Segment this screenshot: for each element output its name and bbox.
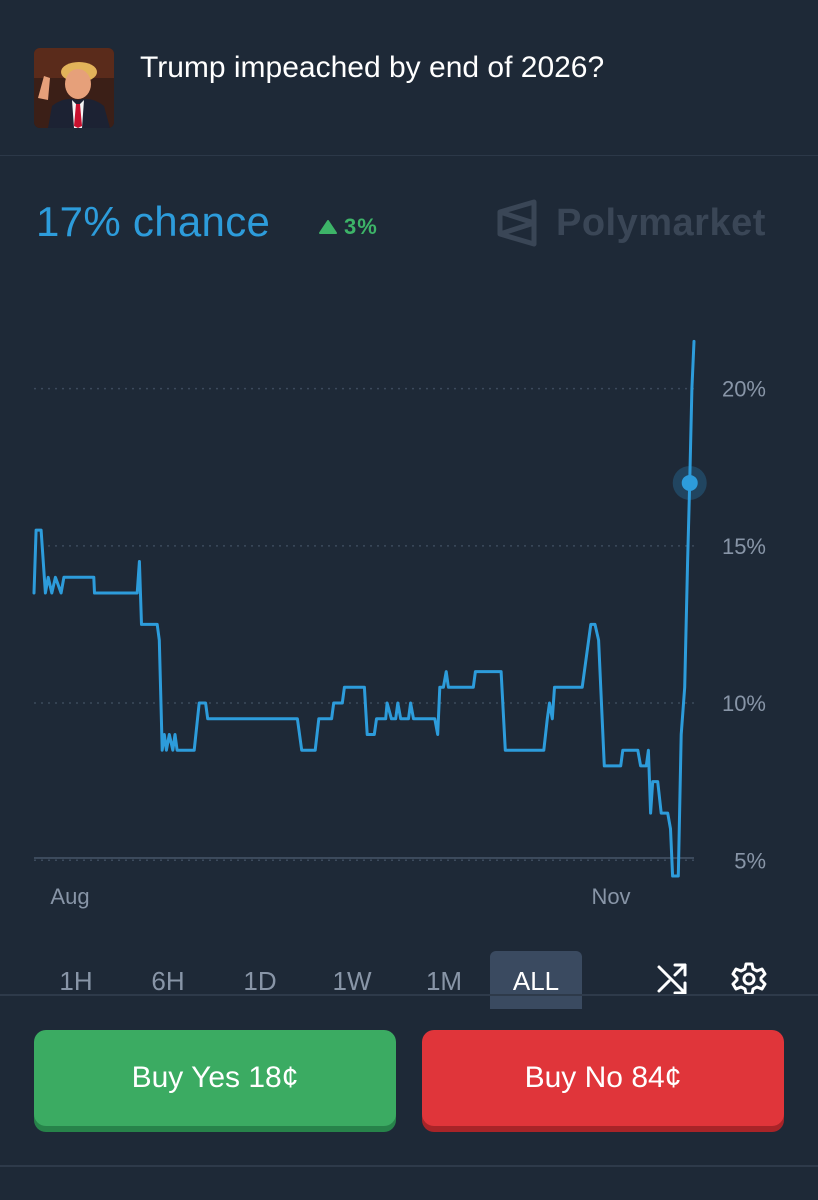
y-tick-label: 10% xyxy=(722,691,766,716)
range-tab-6h[interactable]: 6H xyxy=(122,951,214,1009)
y-tick-label: 20% xyxy=(722,377,766,402)
brand-name: Polymarket xyxy=(556,201,766,244)
gear-icon[interactable] xyxy=(731,961,767,997)
range-tab-1w[interactable]: 1W xyxy=(306,951,398,1009)
buy-no-button[interactable]: Buy No 84¢ xyxy=(422,1030,784,1126)
series-line xyxy=(32,339,696,878)
price-chart[interactable]: 5% 10% 15% 20% Aug Nov xyxy=(0,310,818,920)
triangle-up-icon xyxy=(319,220,337,234)
market-header: Trump impeached by end of 2026? xyxy=(0,0,818,156)
change-indicator: 3% xyxy=(318,214,378,240)
current-value-point[interactable] xyxy=(681,474,698,491)
range-tab-1h[interactable]: 1H xyxy=(30,951,122,1009)
brand-watermark: Polymarket xyxy=(496,198,766,248)
market-title: Trump impeached by end of 2026? xyxy=(140,51,605,84)
y-tick-label: 5% xyxy=(734,848,766,873)
change-value: 3% xyxy=(344,214,378,239)
range-tab-all[interactable]: ALL xyxy=(490,951,582,1009)
x-tick-label: Aug xyxy=(50,884,89,909)
avatar-portrait-icon xyxy=(34,48,114,128)
chance-value: 17% chance xyxy=(36,198,271,245)
x-tick-label: Nov xyxy=(591,884,630,909)
time-range-selector: 1H 6H 1D 1W 1M ALL xyxy=(30,950,582,1010)
shuffle-icon[interactable] xyxy=(655,961,691,997)
market-avatar[interactable] xyxy=(34,48,114,128)
y-tick-label: 15% xyxy=(722,534,766,559)
buy-yes-button[interactable]: Buy Yes 18¢ xyxy=(34,1030,396,1126)
range-tab-1d[interactable]: 1D xyxy=(214,951,306,1009)
bottom-divider xyxy=(0,1165,818,1167)
polymarket-logo-icon xyxy=(497,199,537,247)
range-tab-1m[interactable]: 1M xyxy=(398,951,490,1009)
section-divider xyxy=(0,994,818,996)
